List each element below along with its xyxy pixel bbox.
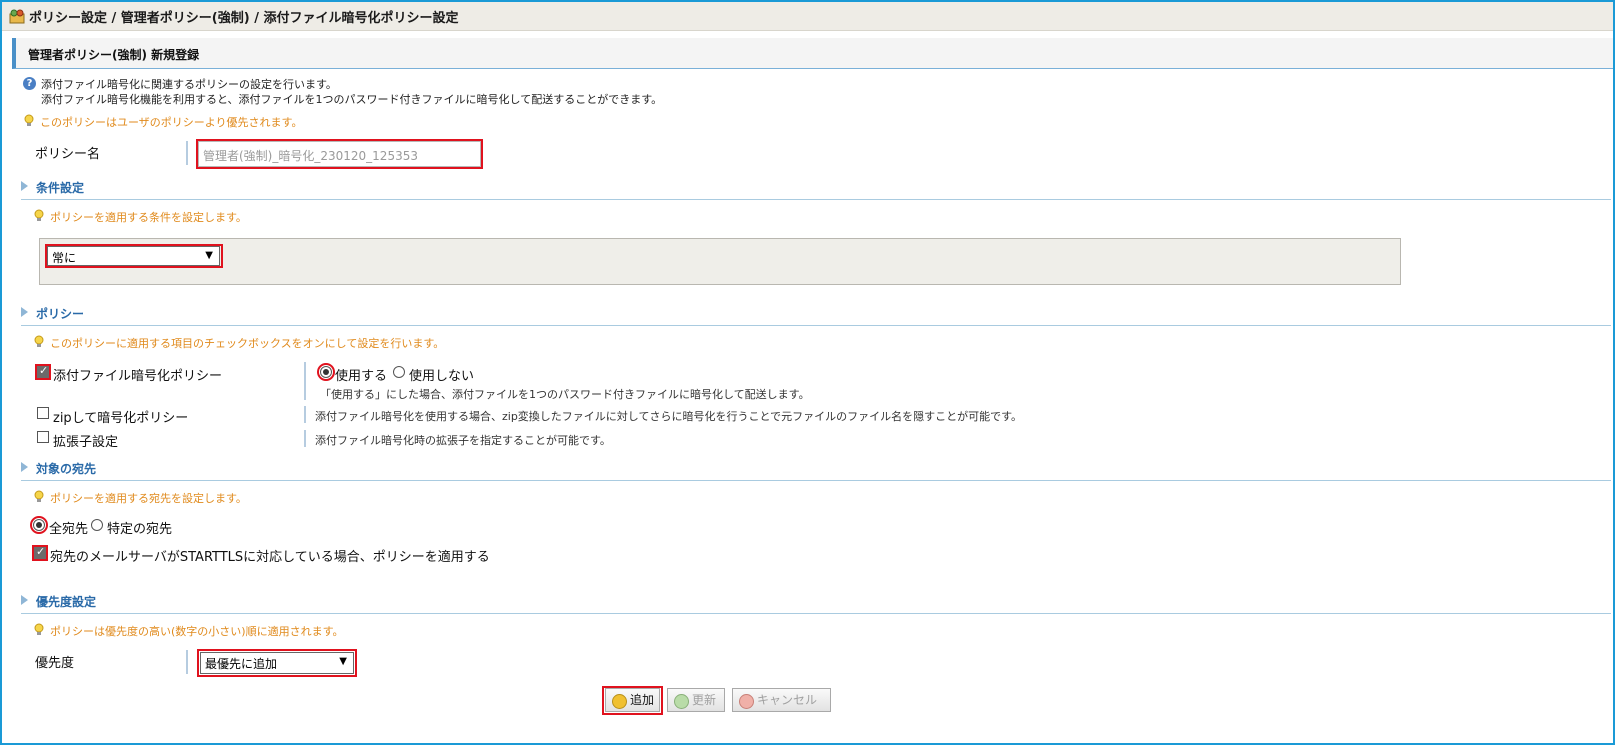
update-button[interactable]: 更新	[667, 688, 725, 712]
divider	[304, 406, 306, 423]
extension-label: 拡張子設定	[53, 435, 119, 450]
app-frame: ポリシー設定 / 管理者ポリシー(強制) / 添付ファイル暗号化ポリシー設定 管…	[0, 0, 1615, 745]
highlight-priority-select	[197, 649, 357, 677]
section-conditions[interactable]: 条件設定	[21, 177, 1611, 200]
highlight-use-radio	[317, 363, 335, 381]
section-policy-label: ポリシー	[36, 307, 85, 321]
highlight-condition-select	[45, 244, 223, 268]
lightbulb-icon	[24, 114, 34, 126]
expand-triangle-icon	[21, 181, 28, 191]
highlight-add-button	[602, 686, 663, 715]
breadcrumb: ポリシー設定 / 管理者ポリシー(強制) / 添付ファイル暗号化ポリシー設定	[29, 11, 459, 26]
intro-line-1: 添付ファイル暗号化に関連するポリシーの設定を行います。	[41, 78, 337, 91]
priority-tip: ポリシーは優先度の高い(数字の小さい)順に適用されます。	[50, 625, 344, 638]
minus-icon	[739, 694, 754, 709]
zip-policy-checkbox[interactable]	[37, 407, 49, 419]
lightbulb-icon	[34, 335, 44, 347]
highlight-encryption-checkbox	[35, 364, 51, 380]
divider	[186, 650, 188, 674]
divider	[304, 430, 306, 447]
zip-policy-label: zipして暗号化ポリシー	[53, 411, 189, 426]
expand-triangle-icon	[21, 462, 28, 472]
cancel-button-label: キャンセル	[757, 693, 818, 707]
no-use-radio[interactable]	[393, 366, 405, 378]
cancel-button[interactable]: キャンセル	[732, 688, 831, 712]
section-priority-label: 優先度設定	[36, 595, 97, 609]
help-icon: ?	[23, 77, 36, 90]
specific-recipients-radio[interactable]	[91, 519, 103, 531]
lightbulb-icon	[34, 623, 44, 635]
highlight-policy-name	[196, 139, 483, 169]
starttls-label: 宛先のメールサーバがSTARTTLSに対応している場合、ポリシーを適用する	[50, 550, 490, 565]
highlight-starttls-checkbox	[32, 545, 48, 561]
page-title-bar: 管理者ポリシー(強制) 新規登録	[12, 38, 1613, 69]
section-conditions-label: 条件設定	[36, 181, 85, 195]
update-button-label: 更新	[692, 693, 717, 707]
encryption-desc: 「使用する」にした場合、添付ファイルを1つのパスワード付きファイルに暗号化して配…	[320, 388, 810, 401]
divider	[304, 362, 306, 400]
section-policy[interactable]: ポリシー	[21, 303, 1611, 326]
priority-label: 優先度	[35, 656, 75, 671]
all-recipients-label: 全宛先	[49, 522, 89, 537]
use-label: 使用する	[335, 369, 388, 384]
policy-tip: このポリシーに適用する項目のチェックボックスをオンにして設定を行います。	[50, 337, 445, 350]
priority-notice: このポリシーはユーザのポリシーより優先されます。	[40, 116, 303, 129]
no-use-label: 使用しない	[409, 369, 475, 384]
highlight-all-recipients-radio	[30, 516, 48, 534]
expand-triangle-icon	[21, 307, 28, 317]
breadcrumb-bar: ポリシー設定 / 管理者ポリシー(強制) / 添付ファイル暗号化ポリシー設定	[2, 2, 1613, 31]
lightbulb-icon	[34, 209, 44, 221]
specific-recipients-label: 特定の宛先	[107, 522, 173, 537]
section-recipients-label: 対象の宛先	[36, 462, 97, 476]
section-priority[interactable]: 優先度設定	[21, 591, 1611, 614]
encryption-policy-label: 添付ファイル暗号化ポリシー	[53, 369, 223, 384]
extension-checkbox[interactable]	[37, 431, 49, 443]
policy-name-label: ポリシー名	[35, 147, 101, 162]
expand-triangle-icon	[21, 595, 28, 605]
recipients-tip: ポリシーを適用する宛先を設定します。	[50, 492, 247, 505]
section-recipients[interactable]: 対象の宛先	[21, 458, 1611, 481]
extension-desc: 添付ファイル暗号化時の拡張子を指定することが可能です。	[315, 434, 611, 447]
page-title: 管理者ポリシー(強制) 新規登録	[28, 48, 200, 62]
conditions-tip: ポリシーを適用する条件を設定します。	[50, 211, 247, 224]
intro-line-2: 添付ファイル暗号化機能を利用すると、添付ファイルを1つのパスワード付きファイルに…	[41, 93, 663, 106]
lightbulb-icon	[34, 490, 44, 502]
users-policy-icon	[9, 9, 25, 24]
zip-desc: 添付ファイル暗号化を使用する場合、zip変換したファイルに対してさらに暗号化を行…	[315, 410, 1023, 423]
check-icon	[674, 694, 689, 709]
divider	[186, 141, 188, 165]
conditions-panel	[39, 238, 1401, 285]
